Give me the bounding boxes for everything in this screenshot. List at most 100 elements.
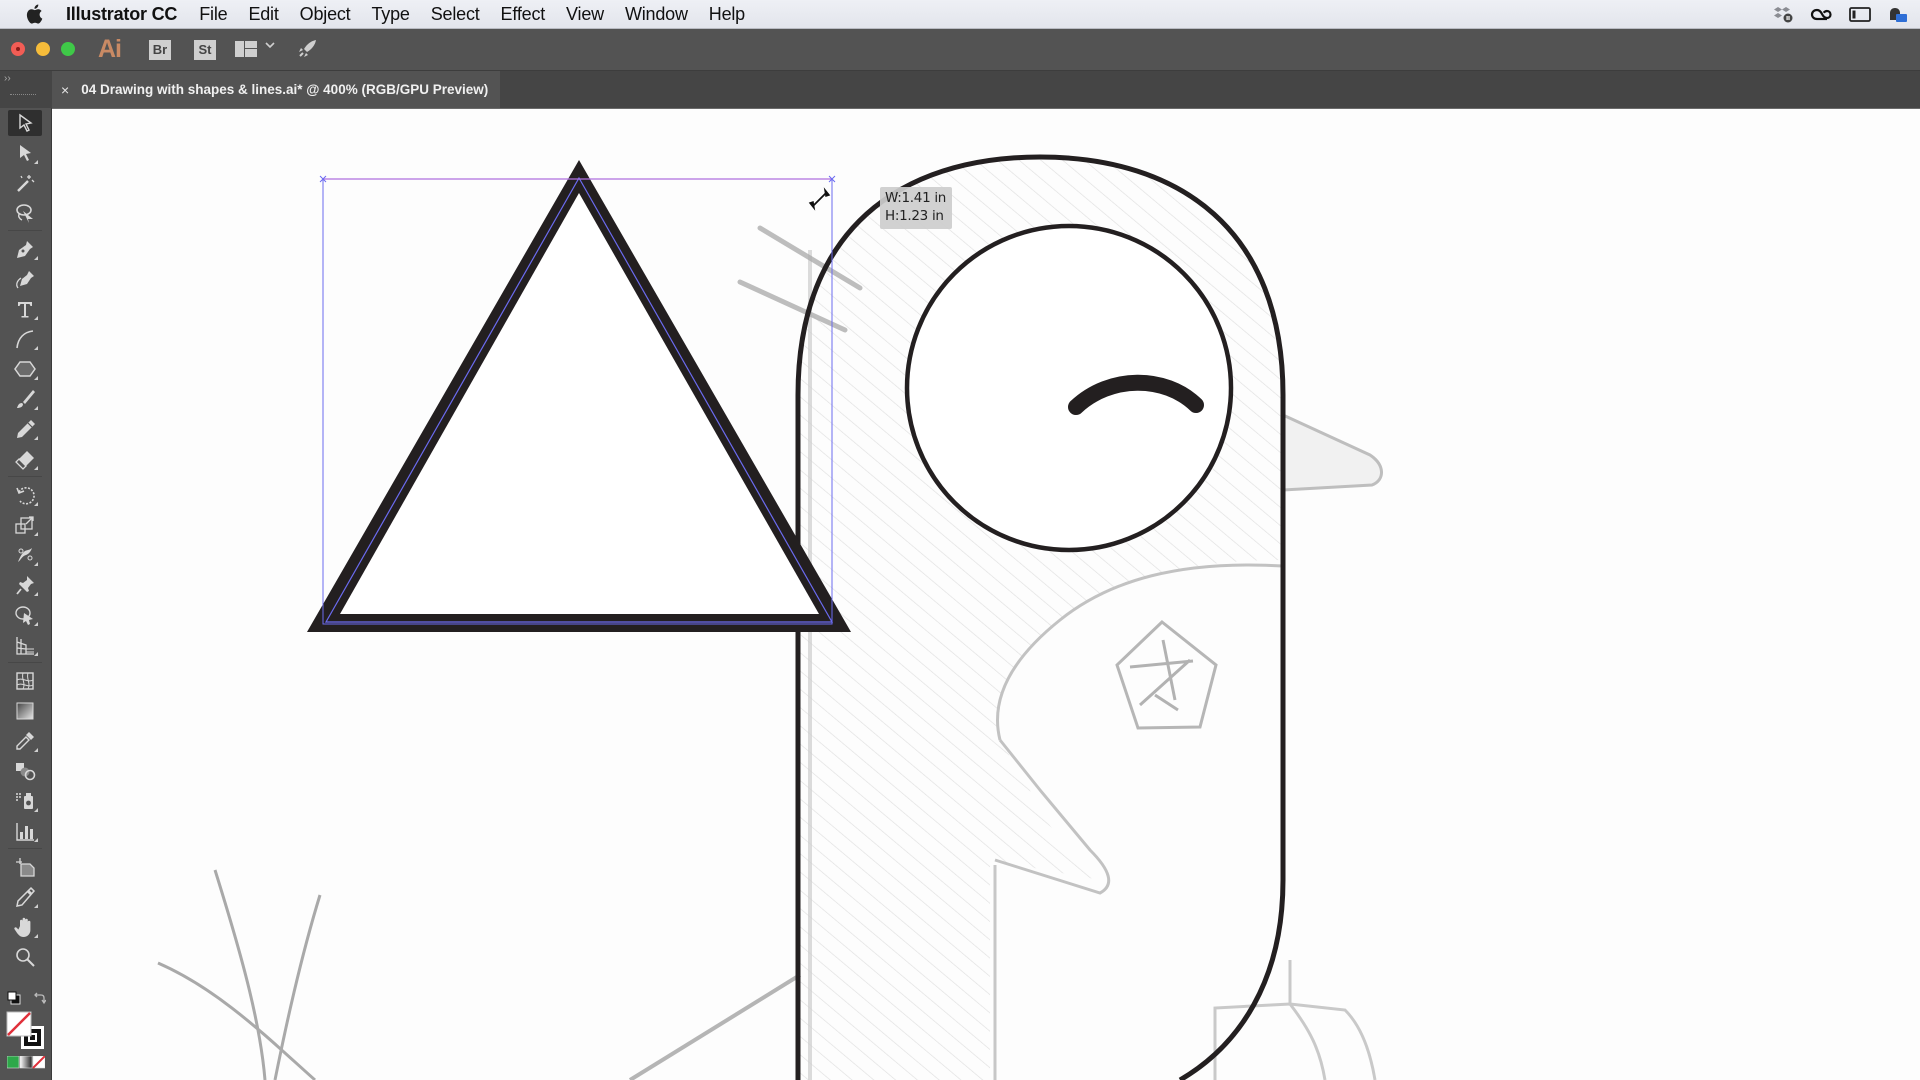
go-to-bridge-button[interactable]: Br [149,40,171,60]
pen-tool[interactable] [8,236,42,262]
triangle-interior[interactable] [340,193,819,614]
pin-tool[interactable] [8,572,42,598]
type-tool[interactable] [8,296,42,322]
hexagon-icon [14,361,36,377]
sketch-star [1129,639,1194,712]
paintbrush-tool[interactable] [8,386,42,412]
user-switch-icon[interactable] [1886,5,1910,23]
menu-app-name[interactable]: Illustrator CC [66,4,177,25]
gradient-mode-button[interactable] [19,1055,33,1069]
menu-window[interactable]: Window [625,4,688,25]
scale-tool[interactable] [8,512,42,538]
menu-view[interactable]: View [566,4,604,25]
bar-graph-icon [16,823,34,841]
resize-cursor-icon [808,187,831,211]
toolbar-separator [8,848,42,849]
toolbar-drag-handle[interactable] [10,94,36,97]
mesh-icon [16,672,34,690]
toolbar-separator [8,662,42,663]
hand-tool[interactable] [8,914,42,940]
tooltip-height: H:1.23 in [885,208,944,224]
gradient-icon [16,702,34,720]
shape-builder-tool[interactable] [8,602,42,628]
workspace-layout-icon[interactable] [235,41,257,57]
pushpin-icon [16,576,34,595]
fill-swatch-none[interactable] [6,1011,32,1037]
blend-tool[interactable] [8,758,42,784]
eyedropper-tool[interactable] [8,728,42,754]
type-t-icon [18,302,32,318]
artboard-canvas[interactable]: W:1.41 in H:1.23 in [52,109,1920,1080]
rocket-icon[interactable] [296,38,318,60]
toolbar-collapse-button[interactable]: ›› [4,73,11,84]
swap-fill-stroke-button[interactable] [32,991,47,1005]
default-colors-icon [7,991,21,1005]
menu-help[interactable]: Help [709,4,745,25]
document-tab-bar: ›› × 04 Drawing with shapes & lines.ai* … [0,71,1920,109]
line-segment-tool[interactable] [8,326,42,352]
color-mode-button[interactable] [6,1055,20,1069]
sketch-ground-line [628,973,802,1080]
curvature-tool[interactable] [8,266,42,292]
puppet-warp-tool[interactable] [8,542,42,568]
artboard-icon [16,858,35,877]
sketch-spike [1282,413,1383,492]
fill-stroke-swatch[interactable] [6,1011,46,1051]
document-tab[interactable]: × 04 Drawing with shapes & lines.ai* @ 4… [52,71,500,108]
artboard-tool[interactable] [8,854,42,880]
eraser-icon [15,451,34,470]
selection-tool[interactable] [8,110,42,136]
window-zoom-button[interactable] [61,42,75,56]
menu-edit[interactable]: Edit [248,4,278,25]
direct-selection-tool[interactable] [8,140,42,166]
hand-icon [14,917,31,937]
none-mode-button[interactable] [32,1055,46,1069]
mesh-tool[interactable] [8,668,42,694]
slice-tool[interactable] [8,884,42,910]
chevron-down-icon[interactable] [264,39,276,53]
search-adobe-stock-button[interactable]: St [194,40,216,60]
magnifier-icon [16,948,35,967]
puppet-warp-icon [18,548,33,562]
window-close-button[interactable] [11,42,25,56]
display-icon[interactable] [1848,5,1872,23]
eraser-tool[interactable] [8,446,42,472]
vector-artwork [307,154,1286,1080]
symbol-sprayer-icon [16,793,33,809]
selection-arrow-icon [19,113,33,132]
direct-selection-arrow-icon [20,145,31,161]
zoom-tool[interactable] [8,944,42,970]
menu-object[interactable]: Object [300,4,351,25]
pencil-tool[interactable] [8,416,42,442]
symbol-sprayer-tool[interactable] [8,788,42,814]
eyedropper-icon [16,732,34,750]
color-mode-buttons [6,1055,46,1069]
lasso-tool[interactable] [8,200,42,226]
sketch-grass-blade [273,894,322,1080]
perspective-grid-icon [16,637,34,655]
close-tab-icon[interactable]: × [61,82,69,98]
perspective-grid-tool[interactable] [8,632,42,658]
dropbox-paused-icon[interactable] [1772,5,1796,23]
menu-select[interactable]: Select [431,4,480,25]
default-fill-stroke-button[interactable] [7,991,21,1005]
tools-panel [0,108,52,1080]
magic-wand-icon [17,175,35,192]
toolbar-separator [8,476,42,477]
creative-cloud-icon[interactable] [1810,5,1834,23]
rotate-tool[interactable] [8,482,42,508]
menu-effect[interactable]: Effect [501,4,546,25]
window-minimize-button[interactable] [36,42,50,56]
document-tab-title: 04 Drawing with shapes & lines.ai* @ 400… [81,82,489,97]
curvature-pen-icon [16,271,34,289]
magic-wand-tool[interactable] [8,170,42,196]
column-graph-tool[interactable] [8,818,42,844]
gradient-tool[interactable] [8,698,42,724]
sketch-grass-blade [213,869,267,1080]
menu-type[interactable]: Type [371,4,409,25]
apple-logo-icon[interactable] [24,4,44,24]
sketch-pentagon-badge [1115,620,1218,730]
pen-nib-icon [17,241,33,258]
menu-file[interactable]: File [199,4,227,25]
polygon-tool[interactable] [8,356,42,382]
